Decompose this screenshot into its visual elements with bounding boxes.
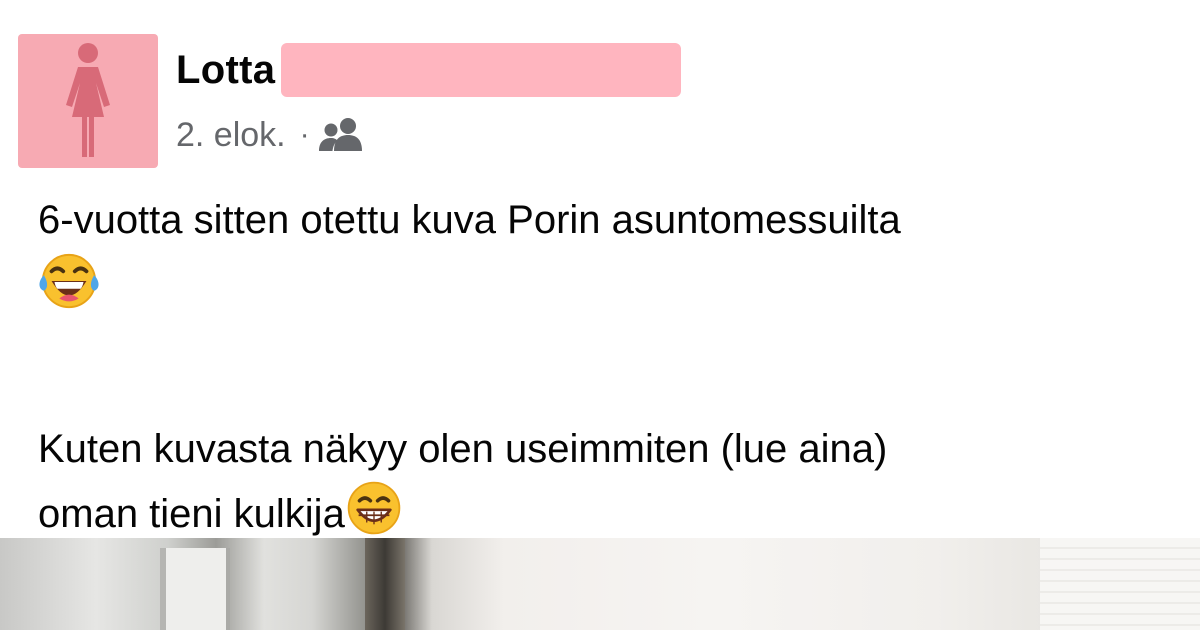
female-silhouette-icon	[66, 43, 110, 157]
facebook-post: Lotta 2. elok. · 6-vuotta sitten otettu …	[0, 0, 1200, 630]
meta-separator: ·	[299, 118, 310, 151]
post-line-1: 6-vuotta sitten otettu kuva Porin asunto…	[38, 198, 901, 242]
redacted-last-name	[281, 43, 682, 97]
post-date[interactable]: 2. elok.	[176, 116, 286, 155]
post-line-3-text: oman tieni kulkija	[38, 492, 345, 537]
post-meta: 2. elok. ·	[176, 110, 366, 160]
post-photo[interactable]	[0, 538, 1200, 630]
face-with-tears-of-joy-icon	[38, 250, 1178, 329]
post-body: 6-vuotta sitten otettu kuva Porin asunto…	[38, 190, 1178, 554]
author-name[interactable]: Lotta	[176, 48, 275, 93]
author-line: Lotta	[176, 40, 682, 100]
profile-avatar[interactable]	[18, 34, 158, 168]
post-line-2: Kuten kuvasta näkyy olen useimmiten (lue…	[38, 427, 888, 471]
friends-icon[interactable]	[318, 117, 366, 153]
